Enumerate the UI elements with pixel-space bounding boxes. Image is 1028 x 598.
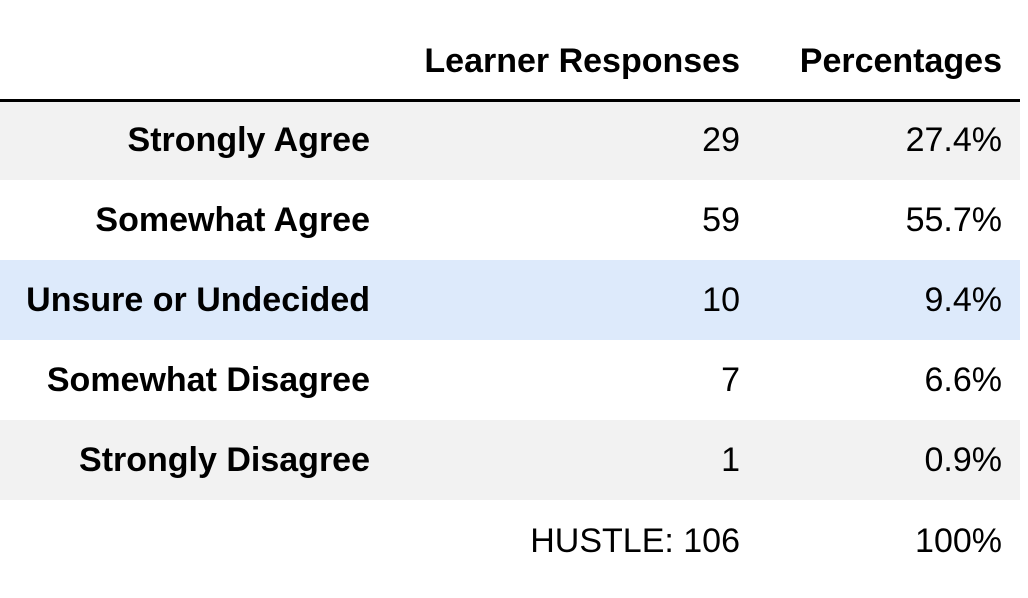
header-learner-responses: Learner Responses: [388, 0, 758, 102]
row-percentage: 27.4%: [905, 121, 1002, 160]
total-row: HUSTLE: 106 100%: [0, 500, 1020, 582]
row-responses: 1: [721, 440, 740, 479]
row-label: Strongly Disagree: [79, 440, 370, 479]
responses-table: Learner Responses Percentages Strongly A…: [0, 0, 1020, 582]
row-percentage: 0.9%: [924, 440, 1003, 479]
row-responses: 59: [702, 200, 740, 239]
header-percentages: Percentages: [758, 0, 1020, 102]
row-responses: 29: [702, 121, 740, 160]
table-row-highlighted: Unsure or Undecided 10 9.4%: [0, 260, 1020, 340]
row-label: Somewhat Agree: [95, 200, 370, 239]
header-row: Learner Responses Percentages: [0, 0, 1020, 102]
row-percentage: 9.4%: [924, 280, 1003, 319]
total-responses: HUSTLE: 106: [530, 521, 740, 560]
row-percentage: 55.7%: [905, 200, 1002, 239]
row-responses: 7: [721, 360, 740, 399]
table-row: Somewhat Disagree 7 6.6%: [0, 340, 1020, 420]
table-row: Strongly Agree 29 27.4%: [0, 100, 1020, 180]
row-label: Strongly Agree: [127, 121, 370, 160]
row-label: Somewhat Disagree: [46, 360, 370, 399]
header-blank: [0, 0, 388, 102]
responses-table-container: Learner Responses Percentages Strongly A…: [0, 0, 1028, 598]
row-responses: 10: [702, 280, 740, 319]
row-label: Unsure or Undecided: [26, 280, 370, 319]
table-row: Somewhat Agree 59 55.7%: [0, 180, 1020, 260]
table-row: Strongly Disagree 1 0.9%: [0, 420, 1020, 500]
row-percentage: 6.6%: [924, 360, 1003, 399]
total-percentage: 100%: [915, 521, 1002, 560]
total-label: [0, 500, 388, 582]
